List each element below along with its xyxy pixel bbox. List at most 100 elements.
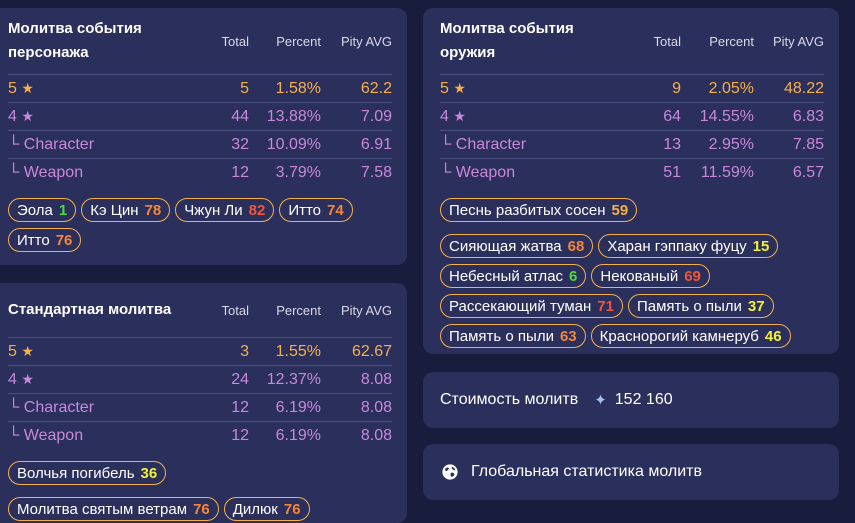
item-name: Итто xyxy=(288,201,322,219)
row-5-star: 5 ★ 3 1.55% 62.67 xyxy=(8,337,392,366)
total-value: 12 xyxy=(193,393,249,422)
pity-count: 76 xyxy=(55,231,73,249)
header-total: Total xyxy=(221,33,249,49)
pity-value: 62.2 xyxy=(321,74,392,103)
total-value: 32 xyxy=(193,130,249,159)
history-tag: Волчья погибель 36 xyxy=(8,461,167,485)
rarity-label: 4 xyxy=(440,107,449,125)
row-4-star: 4 ★ 44 13.88% 7.09 xyxy=(8,102,392,131)
panel-title: Стандартная молитва xyxy=(8,301,172,318)
item-name: Рассекающий туман xyxy=(449,297,592,315)
star-icon: ★ xyxy=(21,79,34,96)
pity-value: 8.08 xyxy=(321,393,392,422)
history-tag: Итто 76 xyxy=(8,228,82,252)
pity-value: 6.57 xyxy=(754,158,824,186)
pity-count: 78 xyxy=(144,201,162,219)
percent-value: 14.55% xyxy=(681,102,754,131)
total-value: 51 xyxy=(625,158,681,186)
rarity-label: 5 xyxy=(8,79,17,97)
percent-value: 2.95% xyxy=(681,130,754,159)
row-weapon: └ Weapon 12 6.19% 8.08 xyxy=(8,421,392,449)
rarity-label: 4 xyxy=(8,107,17,125)
pity-value: 48.22 xyxy=(754,74,824,103)
rarity-label: 5 xyxy=(8,342,17,360)
item-name: Кэ Цин xyxy=(90,201,139,219)
row-weapon: └ Weapon 51 11.59% 6.57 xyxy=(440,158,824,186)
row-label: └ Weapon xyxy=(8,158,193,186)
row-character: └ Character 12 6.19% 8.08 xyxy=(8,393,392,422)
percent-value: 6.19% xyxy=(249,421,321,449)
row-5-star: 5 ★ 9 2.05% 48.22 xyxy=(440,74,824,103)
history-tag: Некованый 69 xyxy=(591,264,710,288)
row-label: └ Character xyxy=(8,393,193,422)
item-name: Краснорогий камнеруб xyxy=(599,327,759,345)
pity-count: 6 xyxy=(569,267,578,285)
panel-title: Молитва события оружия xyxy=(440,20,574,61)
item-name: Память о пыли xyxy=(636,297,742,315)
five-star-history: Песнь разбитых сосен 59 Сияющая жатва 68 Х… xyxy=(440,198,824,348)
star-icon: ★ xyxy=(21,342,34,359)
total-value: 5 xyxy=(193,74,249,103)
pity-count: 63 xyxy=(559,327,577,345)
row-weapon: └ Weapon 12 3.79% 7.58 xyxy=(8,158,392,186)
globe-icon xyxy=(442,464,458,480)
row-character: └ Character 13 2.95% 7.85 xyxy=(440,130,824,159)
percent-value: 6.19% xyxy=(249,393,321,422)
pity-value: 62.67 xyxy=(321,337,392,366)
history-tag: Память о пыли 63 xyxy=(440,324,586,348)
pity-count: 46 xyxy=(764,327,782,345)
percent-value: 1.58% xyxy=(249,74,321,103)
row-4-star: 4 ★ 24 12.37% 8.08 xyxy=(8,365,392,394)
pity-count: 71 xyxy=(597,297,614,315)
panel-title: Молитва события персонажа xyxy=(8,20,142,61)
pity-count: 1 xyxy=(58,201,68,219)
total-value: 9 xyxy=(625,74,681,103)
item-name: Некованый xyxy=(600,267,679,285)
item-name: Сияющая жатва xyxy=(449,237,562,255)
weapon-wish-panel: Молитва события оружия Total Percent Pit… xyxy=(423,8,839,354)
total-value: 24 xyxy=(193,365,249,394)
row-label: └ Character xyxy=(8,130,193,159)
primogem-icon: ✦ xyxy=(594,392,607,409)
header-total: Total xyxy=(221,302,249,318)
item-name: Чжун Ли xyxy=(184,201,243,219)
item-name: Харан гэппаку фуцу xyxy=(607,237,747,255)
global-stats-link[interactable]: Глобальная статистика молитв xyxy=(423,444,839,500)
history-tag: Итто 74 xyxy=(279,198,353,222)
pity-count: 59 xyxy=(611,201,629,219)
percent-value: 10.09% xyxy=(249,130,321,159)
five-star-history: Волчья погибель 36 Молитва святым ветрам 7… xyxy=(8,461,388,521)
pity-value: 6.91 xyxy=(321,130,392,159)
pity-value: 8.08 xyxy=(321,421,392,449)
row-4-star: 4 ★ 64 14.55% 6.83 xyxy=(440,102,824,131)
row-label: └ Weapon xyxy=(8,421,193,449)
item-name: Память о пыли xyxy=(449,327,554,345)
pity-count: 15 xyxy=(752,237,770,255)
history-tag: Кэ Цин 78 xyxy=(81,198,171,222)
item-name: Песнь разбитых сосен xyxy=(449,201,606,219)
star-icon: ★ xyxy=(21,107,34,124)
history-tag: Краснорогий камнеруб 46 xyxy=(590,324,791,348)
row-character: └ Character 32 10.09% 6.91 xyxy=(8,130,392,159)
star-icon: ★ xyxy=(453,107,466,124)
pity-value: 7.58 xyxy=(321,158,392,186)
pity-value: 8.08 xyxy=(321,365,392,394)
percent-value: 1.55% xyxy=(249,337,321,366)
item-name: Итто xyxy=(17,231,50,249)
total-value: 12 xyxy=(193,421,249,449)
history-tag: Песнь разбитых сосен 59 xyxy=(440,198,638,222)
star-icon: ★ xyxy=(21,370,34,387)
pity-count: 37 xyxy=(747,297,765,315)
standard-wish-panel: Стандартная молитва Total Percent Pity A… xyxy=(0,283,407,523)
history-tag: Рассекающий туман 71 xyxy=(440,294,623,318)
header-pity: Pity AVG xyxy=(340,302,392,318)
row-label: └ Weapon xyxy=(440,158,625,186)
history-tag: Молитва святым ветрам 76 xyxy=(8,497,219,521)
global-stats-label: Глобальная статистика молитв xyxy=(471,463,702,480)
history-tag: Дилюк 76 xyxy=(223,497,310,521)
cost-label: Стоимость молитв xyxy=(440,391,579,408)
character-wish-panel: Молитва события персонажа Total Percent … xyxy=(0,8,407,265)
rarity-label: 4 xyxy=(8,370,17,388)
item-name: Волчья погибель xyxy=(17,464,135,482)
header-percent: Percent xyxy=(709,33,754,49)
